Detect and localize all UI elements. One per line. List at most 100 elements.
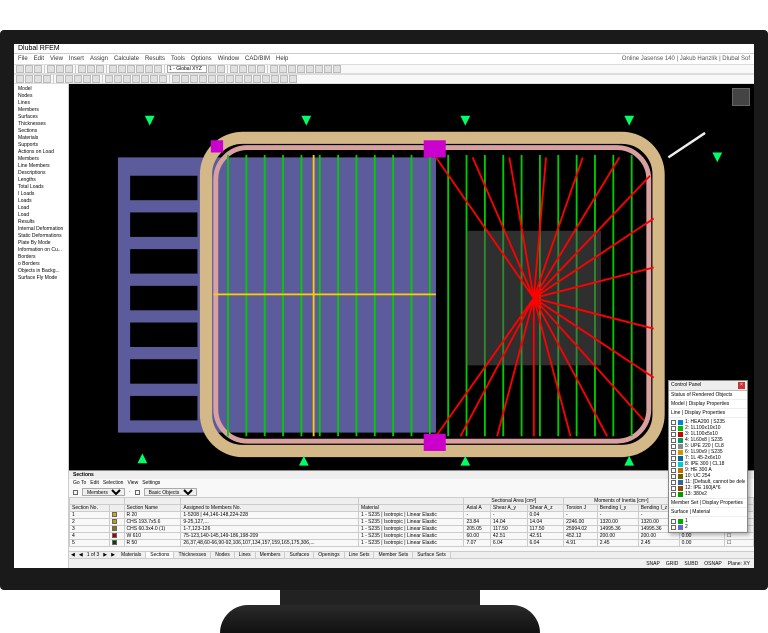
- toolbar-icon[interactable]: [288, 65, 296, 73]
- toolbar-icon[interactable]: [230, 65, 238, 73]
- tree-item[interactable]: Sections: [16, 128, 66, 135]
- panel-goto[interactable]: Go To: [73, 480, 86, 486]
- menu-results[interactable]: Results: [145, 56, 165, 62]
- toolbar-icon[interactable]: [172, 75, 180, 83]
- tree-item[interactable]: I Loads: [16, 191, 66, 198]
- panel-selection[interactable]: Selection: [103, 480, 124, 486]
- tree-item[interactable]: o Borders: [16, 261, 66, 268]
- tree-item[interactable]: Thicknesses: [16, 121, 66, 128]
- menu-cadbim[interactable]: CAD/BIM: [245, 56, 270, 62]
- toolbar-icon[interactable]: [127, 65, 135, 73]
- toolbar-icon[interactable]: [159, 75, 167, 83]
- panel-edit[interactable]: Edit: [90, 480, 99, 486]
- toolbar-icon[interactable]: [324, 65, 332, 73]
- tree-item[interactable]: Line Members: [16, 163, 66, 170]
- tree-item[interactable]: Load: [16, 205, 66, 212]
- tree-item[interactable]: Model: [16, 86, 66, 93]
- tree-item[interactable]: Plate By Mode: [16, 240, 66, 247]
- table-row[interactable]: 1R 201-5208 | 44,146-148,224-2281 - S235…: [70, 512, 754, 519]
- toolbar-icon[interactable]: [217, 75, 225, 83]
- tree-item[interactable]: Static Deformations: [16, 233, 66, 240]
- toolbar-icon[interactable]: [109, 65, 117, 73]
- cp-section[interactable]: Member Set | Display Properties: [669, 499, 747, 508]
- toolbar-icon[interactable]: [270, 65, 278, 73]
- status-snap[interactable]: SNAP: [646, 561, 660, 567]
- redo-icon[interactable]: [65, 65, 73, 73]
- toolbar-icon[interactable]: [235, 75, 243, 83]
- cut-icon[interactable]: [78, 65, 86, 73]
- tree-item[interactable]: Information on Cu...: [16, 247, 66, 254]
- toolbar-icon[interactable]: [280, 75, 288, 83]
- status-osnap[interactable]: OSNAP: [704, 561, 722, 567]
- save-icon[interactable]: [34, 65, 42, 73]
- table-row[interactable]: 2CHS 193.7x5.69-25,127,...1 - S235 | Iso…: [70, 519, 754, 526]
- toolbar-icon[interactable]: [74, 75, 82, 83]
- coord-sys-dropdown[interactable]: 1 - Global XYZ: [167, 65, 207, 73]
- panel-settings[interactable]: Settings: [142, 480, 160, 486]
- status-grid[interactable]: GRID: [666, 561, 679, 567]
- toolbar-icon[interactable]: [248, 65, 256, 73]
- tree-item[interactable]: Members: [16, 156, 66, 163]
- tree-item[interactable]: Internal Deformation: [16, 226, 66, 233]
- toolbar-icon[interactable]: [136, 65, 144, 73]
- toolbar-icon[interactable]: [306, 65, 314, 73]
- menubar[interactable]: File Edit View Insert Assign Calculate R…: [14, 54, 754, 64]
- filter-dropdown-1[interactable]: Members: [82, 488, 125, 496]
- tree-item[interactable]: Lengths: [16, 177, 66, 184]
- toolbar-icon[interactable]: [132, 75, 140, 83]
- toolbar-icon[interactable]: [154, 65, 162, 73]
- toolbar-icon[interactable]: [226, 75, 234, 83]
- tree-item[interactable]: Loads: [16, 198, 66, 205]
- toolbar-icon[interactable]: [262, 75, 270, 83]
- menu-help[interactable]: Help: [276, 56, 288, 62]
- toolbar-icon[interactable]: [208, 75, 216, 83]
- toolbar-icon[interactable]: [253, 75, 261, 83]
- copy-icon[interactable]: [87, 65, 95, 73]
- toolbar-icon[interactable]: [123, 75, 131, 83]
- panel-tabs[interactable]: ◀ ◀ 1 of 3 ▶ ▶ Materials Sections Thickn…: [69, 551, 754, 558]
- tree-item[interactable]: Load: [16, 212, 66, 219]
- tree-item[interactable]: Surfaces: [16, 114, 66, 121]
- toolbar-icon[interactable]: [297, 65, 305, 73]
- tree-item[interactable]: Nodes: [16, 93, 66, 100]
- table-row[interactable]: 4W 61075-123,140-145,149-186,198-2091 - …: [70, 533, 754, 540]
- menu-assign[interactable]: Assign: [90, 56, 108, 62]
- toolbar-icon[interactable]: [43, 75, 51, 83]
- checkbox-icon[interactable]: [135, 490, 140, 495]
- sections-table[interactable]: Sectional Area [cm²] Moments of Inertia …: [69, 497, 754, 547]
- toolbar-icon[interactable]: [239, 65, 247, 73]
- table-row[interactable]: 5R 5026,37,48,60-66,90-92,106,107,134,15…: [70, 540, 754, 547]
- tree-item[interactable]: Actions on Load: [16, 149, 66, 156]
- tree-item[interactable]: Borders: [16, 254, 66, 261]
- toolbar-icon[interactable]: [217, 65, 225, 73]
- cp-section[interactable]: Surface | Material: [669, 508, 747, 517]
- toolbar-icon[interactable]: [65, 75, 73, 83]
- menu-file[interactable]: File: [18, 56, 28, 62]
- tree-item[interactable]: Members: [16, 107, 66, 114]
- cp-section[interactable]: Line | Display Properties: [669, 409, 747, 418]
- tree-item[interactable]: Materials: [16, 135, 66, 142]
- navigator-tree[interactable]: ModelNodesLinesMembersSurfacesThicknesse…: [14, 84, 69, 568]
- checkbox-icon[interactable]: [73, 490, 78, 495]
- toolbar-icon[interactable]: [16, 75, 24, 83]
- toolbar-icon[interactable]: [271, 75, 279, 83]
- tree-item[interactable]: Supports: [16, 142, 66, 149]
- cp-item[interactable]: 13: 380x2: [671, 491, 745, 497]
- toolbar-icon[interactable]: [145, 65, 153, 73]
- toolbar-icon[interactable]: [92, 75, 100, 83]
- toolbar-icon[interactable]: [83, 75, 91, 83]
- toolbar-icon[interactable]: [141, 75, 149, 83]
- undo-icon[interactable]: [56, 65, 64, 73]
- control-panel[interactable]: Control Panel × Status of Rendered Objec…: [668, 380, 748, 533]
- table-row[interactable]: 3CHS 60.3x4.0 (1)1-7,123-1261 - S235 | I…: [70, 526, 754, 533]
- toolbar-icon[interactable]: [333, 65, 341, 73]
- open-icon[interactable]: [25, 65, 33, 73]
- tree-item[interactable]: Results: [16, 219, 66, 226]
- toolbar-icon[interactable]: [257, 65, 265, 73]
- toolbar-icon[interactable]: [315, 65, 323, 73]
- menu-edit[interactable]: Edit: [34, 56, 44, 62]
- model-viewport[interactable]: [69, 84, 754, 470]
- tree-item[interactable]: Surface Fly Mode: [16, 275, 66, 282]
- close-icon[interactable]: ×: [738, 382, 745, 389]
- menu-insert[interactable]: Insert: [69, 56, 84, 62]
